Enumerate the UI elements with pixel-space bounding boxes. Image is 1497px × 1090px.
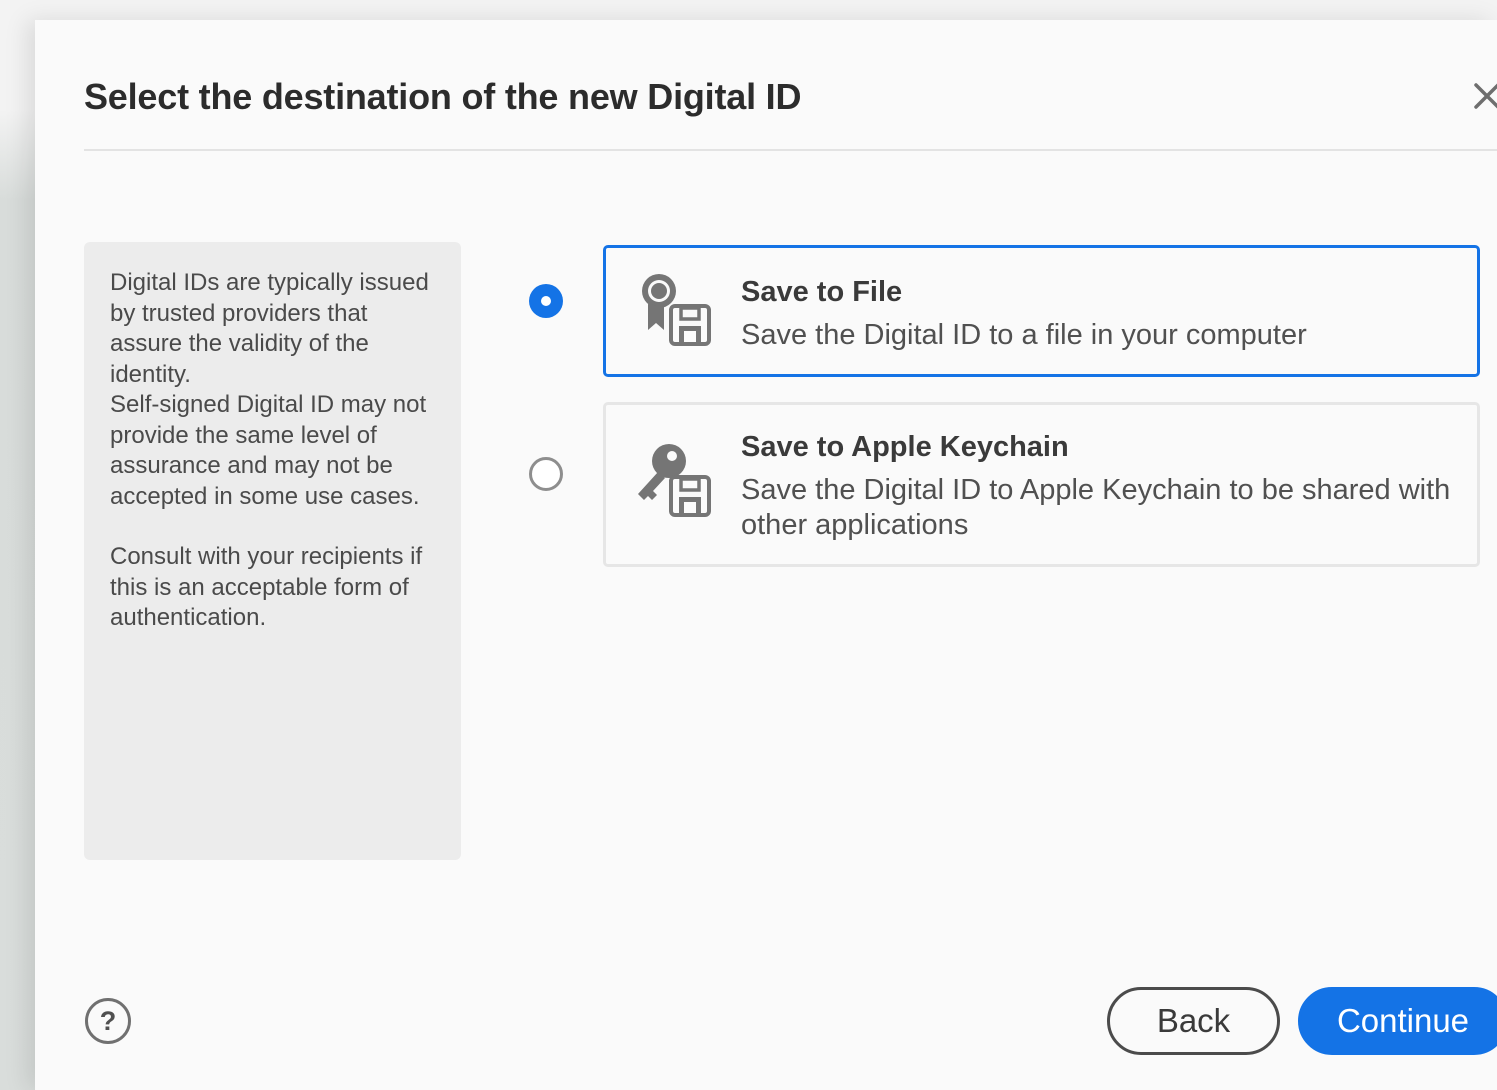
continue-button[interactable]: Continue bbox=[1298, 987, 1497, 1055]
option-title-save-to-keychain: Save to Apple Keychain bbox=[741, 431, 1069, 463]
info-text-self-signed: Self-signed Digital ID may not provide t… bbox=[110, 391, 427, 510]
help-icon[interactable]: ? bbox=[85, 998, 131, 1044]
radio-save-to-keychain[interactable] bbox=[529, 457, 563, 491]
radio-save-to-file[interactable] bbox=[529, 284, 563, 318]
certificate-save-icon bbox=[634, 268, 714, 348]
back-button[interactable]: Back bbox=[1107, 987, 1280, 1055]
key-save-icon bbox=[634, 439, 714, 519]
option-save-to-file[interactable]: Save to File Save the Digital ID to a fi… bbox=[603, 245, 1480, 377]
option-desc-save-to-keychain: Save the Digital ID to Apple Keychain to… bbox=[741, 474, 1451, 541]
title-divider bbox=[84, 149, 1497, 151]
dialog-title: Select the destination of the new Digita… bbox=[84, 76, 802, 117]
digital-id-dialog: Select the destination of the new Digita… bbox=[35, 20, 1497, 1090]
close-icon[interactable] bbox=[1467, 76, 1497, 116]
option-save-to-keychain[interactable]: Save to Apple Keychain Save the Digital … bbox=[603, 402, 1480, 567]
option-desc-save-to-file: Save the Digital ID to a file in your co… bbox=[741, 319, 1307, 351]
info-text-validity: Digital IDs are typically issued by trus… bbox=[110, 269, 429, 388]
option-title-save-to-file: Save to File bbox=[741, 276, 903, 308]
info-panel: Digital IDs are typically issued by trus… bbox=[84, 242, 461, 860]
info-text-consult: Consult with your recipients if this is … bbox=[110, 543, 423, 631]
